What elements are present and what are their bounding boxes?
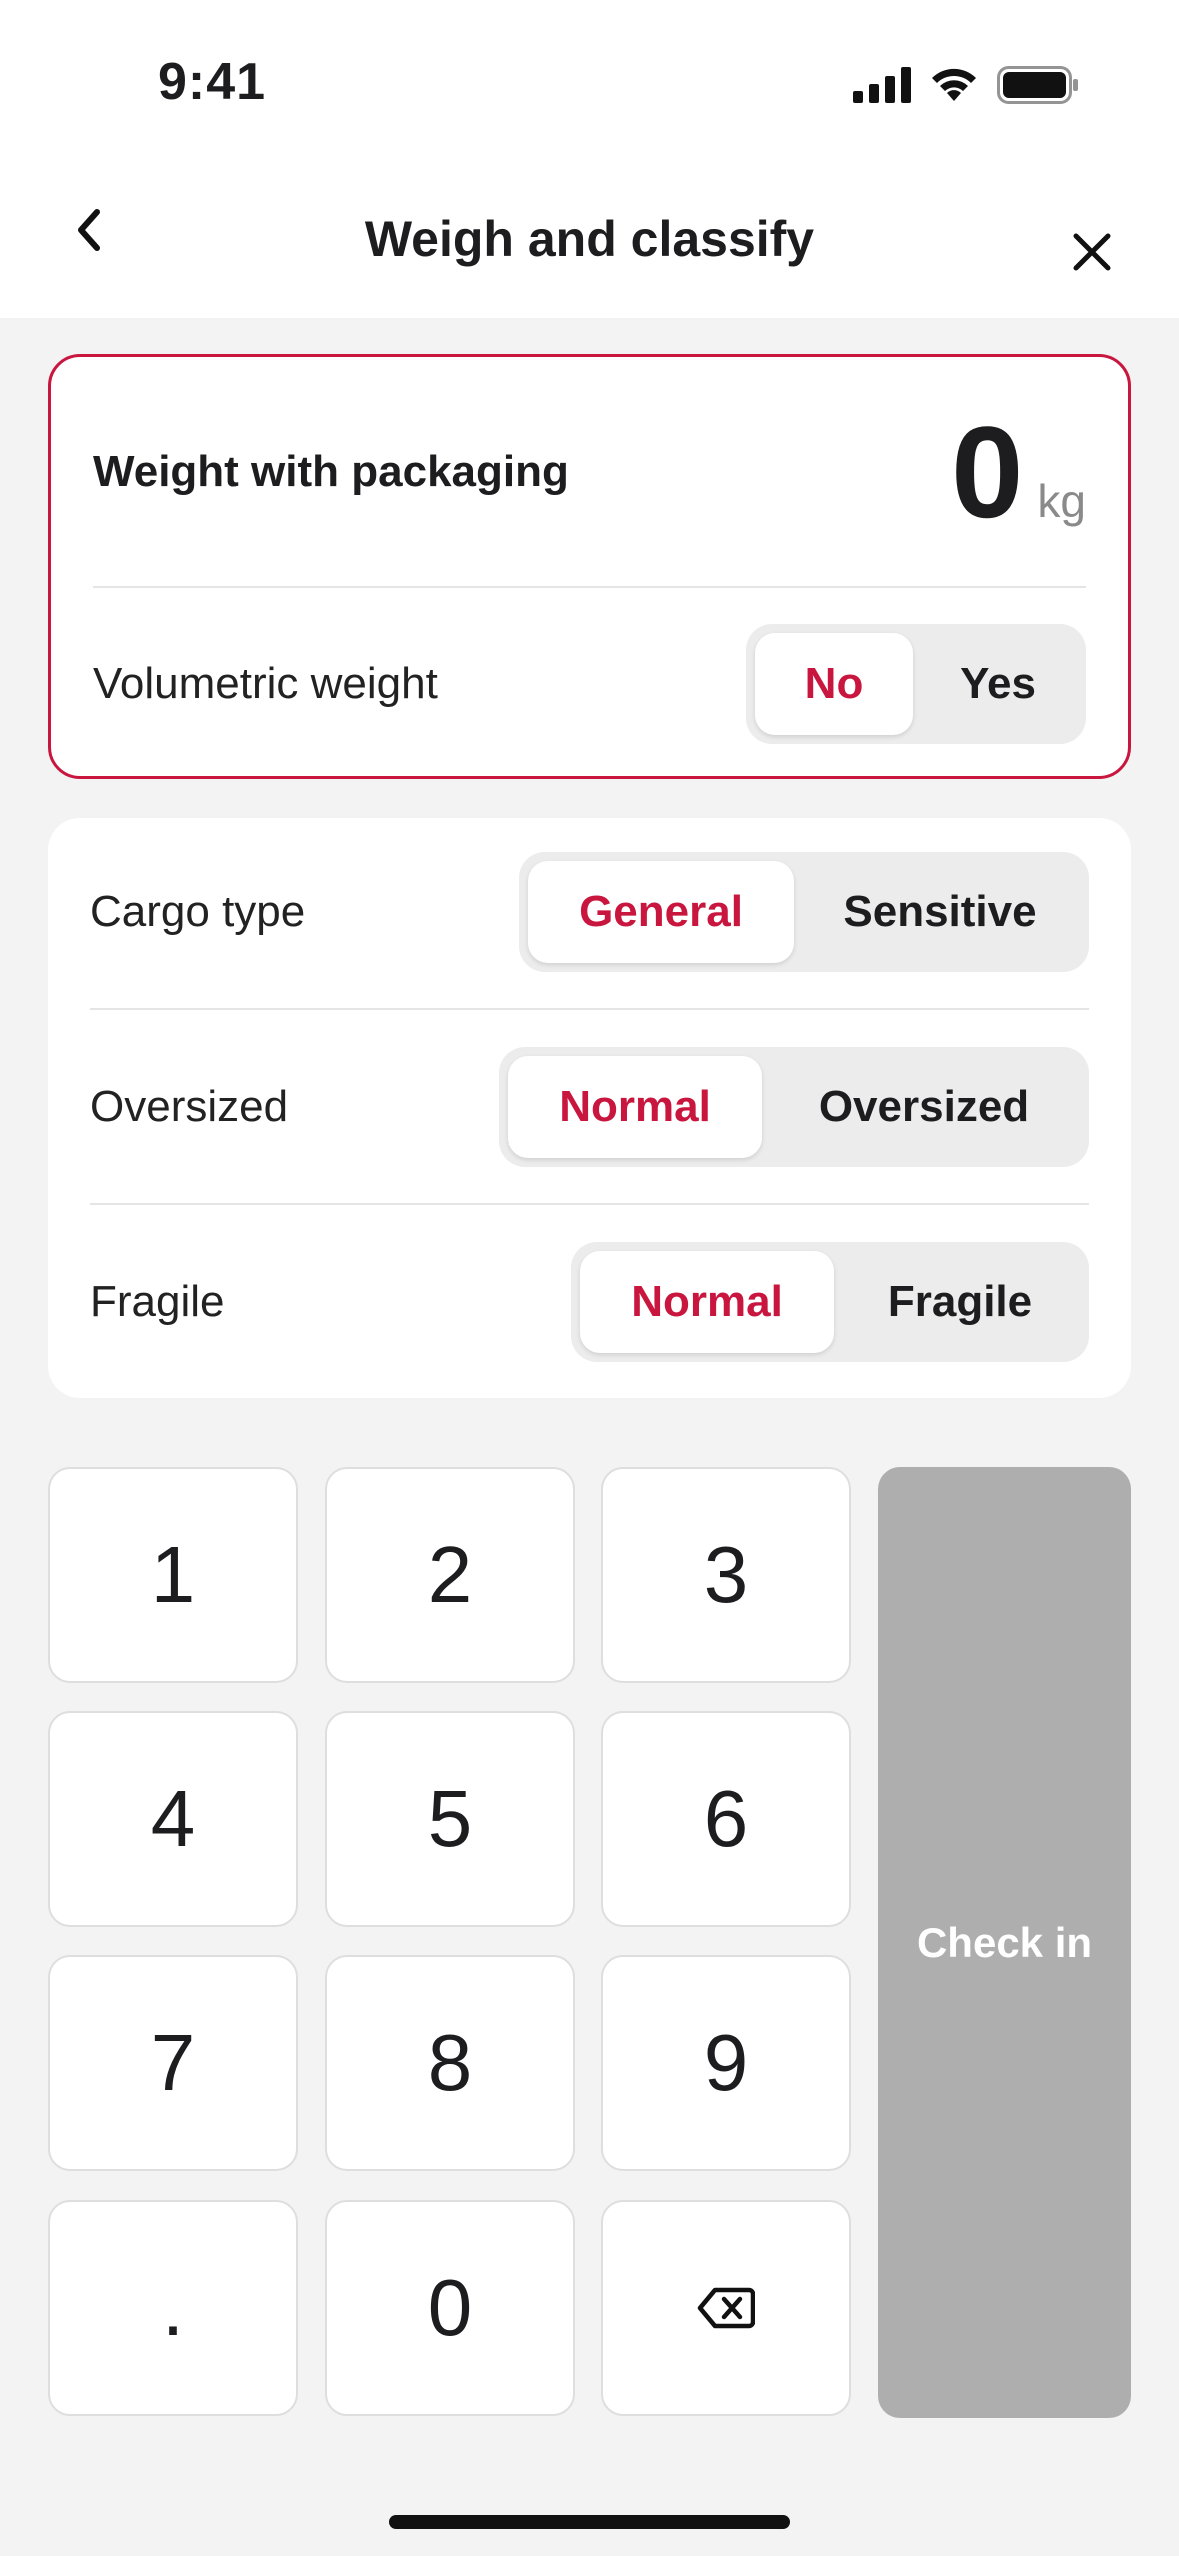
keypad-key-9[interactable]: 9 xyxy=(601,1955,851,2171)
fragile-option-fragile[interactable]: Fragile xyxy=(840,1251,1080,1353)
fragile-toggle: Normal Fragile xyxy=(571,1242,1089,1362)
volumetric-toggle: No Yes xyxy=(746,624,1086,744)
attributes-card: Cargo type General Sensitive Oversized N… xyxy=(48,818,1131,1398)
status-time: 9:41 xyxy=(158,53,267,111)
cargo-type-label: Cargo type xyxy=(90,887,306,936)
fragile-row: Fragile Normal Fragile xyxy=(90,1242,1089,1362)
weight-unit: kg xyxy=(1037,475,1086,527)
keypad-key-3[interactable]: 3 xyxy=(601,1467,851,1683)
weight-value: 0 xyxy=(951,399,1024,545)
keypad-key-8[interactable]: 8 xyxy=(325,1955,575,2171)
divider xyxy=(90,1203,1089,1205)
keypad-key-0[interactable]: 0 xyxy=(325,2200,575,2416)
fragile-label: Fragile xyxy=(90,1277,225,1326)
backspace-icon xyxy=(697,2287,755,2329)
oversized-toggle: Normal Oversized xyxy=(499,1047,1089,1167)
weight-label: Weight with packaging xyxy=(93,447,569,496)
oversized-option-normal[interactable]: Normal xyxy=(508,1056,762,1158)
cargo-type-toggle: General Sensitive xyxy=(519,852,1089,972)
keypad-backspace-button[interactable] xyxy=(601,2200,851,2416)
divider xyxy=(90,1008,1089,1010)
keypad-key-5[interactable]: 5 xyxy=(325,1711,575,1927)
close-icon xyxy=(1073,233,1111,271)
close-button[interactable] xyxy=(1060,220,1124,284)
cargo-type-row: Cargo type General Sensitive xyxy=(90,852,1089,972)
home-indicator xyxy=(389,2515,790,2529)
keypad-key-4[interactable]: 4 xyxy=(48,1711,298,1927)
oversized-option-oversized[interactable]: Oversized xyxy=(768,1056,1080,1158)
keypad-key-decimal[interactable]: . xyxy=(48,2200,298,2416)
divider xyxy=(93,586,1086,588)
battery-icon xyxy=(997,66,1078,104)
keypad-key-1[interactable]: 1 xyxy=(48,1467,298,1683)
volumetric-option-yes[interactable]: Yes xyxy=(919,633,1077,735)
nav-header: Weigh and classify xyxy=(0,170,1179,318)
status-icons xyxy=(853,66,1079,104)
volumetric-row: Volumetric weight No Yes xyxy=(93,624,1086,744)
oversized-row: Oversized Normal Oversized xyxy=(90,1047,1089,1167)
page-title: Weigh and classify xyxy=(364,211,815,267)
cargo-type-option-general[interactable]: General xyxy=(528,861,794,963)
keypad-key-6[interactable]: 6 xyxy=(601,1711,851,1927)
keypad-key-7[interactable]: 7 xyxy=(48,1955,298,2171)
volumetric-label: Volumetric weight xyxy=(93,659,438,708)
cargo-type-option-sensitive[interactable]: Sensitive xyxy=(800,861,1080,963)
keypad-key-2[interactable]: 2 xyxy=(325,1467,575,1683)
wifi-icon xyxy=(932,68,976,101)
check-in-button[interactable]: Check in xyxy=(878,1467,1131,2418)
fragile-option-normal[interactable]: Normal xyxy=(580,1251,834,1353)
weight-row: Weight with packaging 0 kg xyxy=(93,407,1086,537)
oversized-label: Oversized xyxy=(90,1082,289,1131)
cellular-signal-icon xyxy=(853,67,911,103)
weight-card: Weight with packaging 0 kg Volumetric we… xyxy=(48,354,1131,779)
weight-display: 0 kg xyxy=(951,407,1086,537)
status-bar: 9:41 xyxy=(0,0,1179,170)
volumetric-option-no[interactable]: No xyxy=(755,633,913,735)
